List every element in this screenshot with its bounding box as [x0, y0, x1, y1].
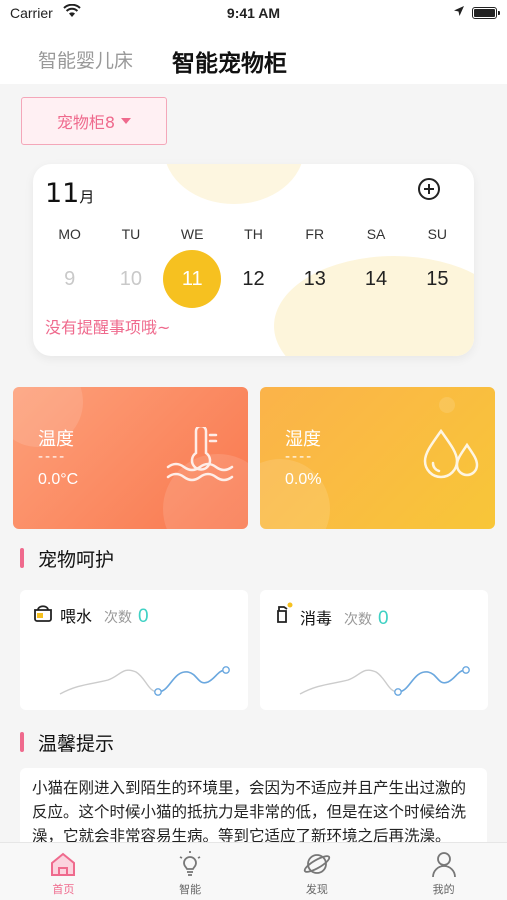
tab-discover-label: 发现 [305, 883, 328, 896]
date-row: 9 10 11 12 13 14 15 [39, 250, 468, 308]
pet-care-title: 宠物呵护 [38, 548, 115, 571]
weekday-label: TH [244, 226, 263, 242]
calendar-date[interactable]: 15 [407, 250, 468, 308]
humidity-value: 0.0% [285, 471, 322, 488]
water-bowl-icon [34, 605, 52, 622]
disinfect-header: 消毒 次数 0 [272, 602, 389, 630]
tab-pet-cabinet[interactable]: 智能宠物柜 [172, 44, 287, 78]
weekday-label: WE [180, 226, 204, 242]
calendar-date[interactable]: 14 [345, 250, 406, 308]
cabinet-select-dropdown[interactable]: 宠物柜8 [21, 97, 167, 145]
disinfect-label: 消毒 [300, 609, 333, 628]
temperature-label: 温度 [38, 429, 74, 450]
temperature-value: 0.0°C [38, 471, 79, 488]
disinfect-count: 0 [378, 608, 389, 629]
humidity-card[interactable]: 湿度 ---- 0.0% [260, 387, 495, 529]
bottom-tab-bar: 首页 智能 发现 我的 [0, 842, 507, 900]
calendar-month: 11月 [45, 178, 94, 209]
tips-title: 温馨提示 [38, 732, 115, 755]
month-unit: 月 [79, 188, 95, 206]
status-time: 9:41 AM [226, 5, 281, 21]
feed-water-card[interactable]: 喂水 次数 0 [20, 590, 248, 710]
battery-icon [472, 7, 500, 19]
section-accent-bar [20, 732, 24, 752]
weekday-label: FR [305, 226, 325, 242]
user-icon [431, 852, 456, 878]
section-accent-bar [20, 548, 24, 568]
tab-discover[interactable]: 发现 [254, 843, 381, 900]
tab-smart[interactable]: 智能 [127, 843, 254, 900]
thermometer-icon [166, 427, 234, 482]
status-bar: Carrier 9:41 AM [0, 0, 507, 28]
humidity-label: 湿度 [285, 429, 321, 450]
top-tabs: 智能婴儿床 智能宠物柜 [0, 28, 507, 84]
water-drop-icon [423, 428, 479, 479]
feed-water-trend-chart [59, 666, 230, 696]
feed-water-label: 喂水 [60, 607, 93, 626]
feed-water-header: 喂水 次数 0 [32, 602, 149, 628]
calendar-date[interactable]: 13 [284, 250, 345, 308]
tips-card: 小猫在刚进入到陌生的环境里，会因为不适应并且产生出过激的反应。这个时候小猫的抵抗… [20, 768, 487, 848]
weekday-label: SA [366, 226, 386, 242]
pet-care-heading: 宠物呵护 [20, 544, 114, 572]
tab-home-label: 首页 [52, 883, 75, 896]
feed-water-count: 0 [138, 606, 149, 627]
tab-mine-label: 我的 [432, 883, 455, 896]
caret-down-icon [121, 118, 132, 124]
tips-heading: 温馨提示 [20, 728, 114, 756]
calendar-date[interactable]: 10 [100, 250, 161, 308]
planet-icon [303, 854, 331, 874]
tips-text: 小猫在刚进入到陌生的环境里，会因为不适应并且产生出过激的反应。这个时候小猫的抵抗… [32, 779, 467, 845]
month-number: 11 [45, 178, 80, 209]
weekday-label: MO [58, 226, 81, 242]
disinfect-card[interactable]: 消毒 次数 0 [260, 590, 488, 710]
cabinet-select-label: 宠物柜8 [56, 113, 116, 132]
card-decoration [439, 397, 455, 413]
tab-baby-crib[interactable]: 智能婴儿床 [38, 46, 133, 73]
disinfect-spray-icon [277, 602, 293, 623]
calendar-decoration [164, 164, 304, 204]
calendar-date-today[interactable]: 11 [162, 250, 223, 308]
disinfect-trend-chart [299, 666, 470, 696]
weekday-label: SU [427, 226, 448, 242]
disinfect-count-label: 次数 [344, 612, 373, 628]
calendar-date[interactable]: 9 [39, 250, 100, 308]
reminder-empty-text: 没有提醒事项哦~ [45, 318, 171, 337]
temperature-card[interactable]: 温度 ---- 0.0°C [13, 387, 248, 529]
tab-smart-label: 智能 [179, 883, 202, 896]
weekday-header: MO TU WE TH FR SA SU [39, 226, 468, 242]
tab-home[interactable]: 首页 [0, 843, 127, 900]
tab-mine[interactable]: 我的 [380, 843, 507, 900]
add-reminder-icon[interactable] [418, 178, 440, 200]
home-icon [51, 852, 76, 876]
calendar-date[interactable]: 12 [223, 250, 284, 308]
card-decoration [260, 459, 330, 529]
week-calendar: 11月 MO TU WE TH FR SA SU 9 10 11 12 13 1… [33, 164, 474, 356]
feed-water-count-label: 次数 [104, 610, 133, 626]
location-arrow-icon [454, 6, 464, 16]
humidity-dash: ---- [285, 449, 314, 465]
smart-bulb-icon [179, 851, 201, 876]
temperature-dash: ---- [38, 449, 67, 465]
weekday-label: TU [121, 226, 141, 242]
